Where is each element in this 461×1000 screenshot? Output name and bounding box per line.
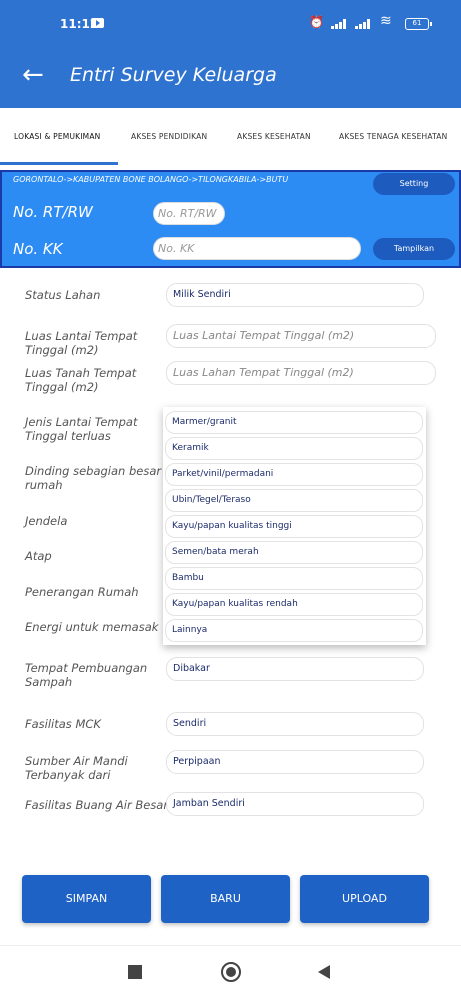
status-bar: 11:12 ⏰ ≋ 61: [0, 0, 461, 44]
pembuangan-sampah-select[interactable]: Dibakar: [166, 657, 424, 681]
battery-icon: 61: [405, 18, 432, 30]
pembuangan-sampah-label: Tempat Pembuangan Sampah: [25, 661, 148, 689]
fasilitas-mck-label: Fasilitas MCK: [25, 717, 101, 731]
energi-label: Energi untuk memasak: [25, 620, 159, 634]
buang-air-select[interactable]: Jamban Sendiri: [166, 792, 424, 816]
rtrw-input[interactable]: No. RT/RW: [153, 202, 225, 225]
kk-input[interactable]: No. KK: [153, 237, 361, 260]
dropdown-option[interactable]: Bambu: [165, 567, 423, 590]
dropdown-option[interactable]: Marmer/granit: [165, 411, 423, 434]
dropdown-option[interactable]: Kayu/papan kualitas tinggi: [165, 515, 423, 538]
app-bar: ← Entri Survey Keluarga: [0, 44, 461, 108]
dropdown-option[interactable]: Lainnya: [165, 619, 423, 642]
fasilitas-mck-select[interactable]: Sendiri: [166, 712, 424, 736]
status-lahan-select[interactable]: Milik Sendiri: [166, 283, 424, 307]
sumber-air-label: Sumber Air Mandi Terbanyak dari: [25, 754, 128, 782]
jenis-lantai-dropdown: Marmer/granit Keramik Parket/vinil/perma…: [163, 407, 426, 645]
region-path: GORONTALO->KABUPATEN BONE BOLANGO->TILON…: [13, 175, 289, 184]
tab-lokasi-pemukiman[interactable]: LOKASI & PEMUKIMAN: [14, 132, 101, 141]
kk-label: No. KK: [13, 240, 63, 258]
atap-label: Atap: [25, 549, 52, 563]
penerangan-label: Penerangan Rumah: [25, 585, 139, 599]
system-nav-bar: [0, 945, 461, 1000]
tab-akses-pendidikan[interactable]: AKSES PENDIDIKAN: [131, 132, 207, 141]
dropdown-option[interactable]: Kayu/papan kualitas rendah: [165, 593, 423, 616]
status-lahan-label: Status Lahan: [25, 288, 101, 302]
back-arrow-icon[interactable]: ←: [22, 60, 44, 90]
dropdown-option[interactable]: Keramik: [165, 437, 423, 460]
dropdown-option[interactable]: Semen/bata merah: [165, 541, 423, 564]
home-icon[interactable]: [221, 962, 241, 982]
show-button[interactable]: Tampilkan: [373, 238, 455, 260]
luas-lantai-input[interactable]: Luas Lantai Tempat Tinggal (m2): [166, 324, 436, 348]
youtube-notification-icon: [91, 18, 104, 28]
save-button[interactable]: SIMPAN: [22, 875, 151, 923]
page-title: Entri Survey Keluarga: [70, 64, 277, 86]
recent-apps-icon[interactable]: [128, 965, 142, 979]
tab-indicator: [0, 162, 118, 165]
tab-akses-tenaga-kesehatan[interactable]: AKSES TENAGA KESEHATAN: [339, 132, 447, 141]
dropdown-option[interactable]: Ubin/Tegel/Teraso: [165, 489, 423, 512]
sumber-air-select[interactable]: Perpipaan: [166, 750, 424, 774]
jendela-label: Jendela: [25, 514, 68, 528]
nav-back-icon[interactable]: [318, 965, 330, 979]
wifi-icon: ≋: [380, 13, 392, 29]
alarm-icon: ⏰: [309, 15, 324, 29]
rtrw-label: No. RT/RW: [13, 203, 93, 221]
signal-icon-2: [355, 19, 373, 29]
setting-button[interactable]: Setting: [373, 173, 455, 195]
new-button[interactable]: BARU: [161, 875, 290, 923]
luas-lantai-label: Luas Lantai Tempat Tinggal (m2): [25, 329, 138, 357]
upload-button[interactable]: UPLOAD: [300, 875, 429, 923]
luas-tanah-input[interactable]: Luas Lahan Tempat Tinggal (m2): [166, 361, 436, 385]
buang-air-label: Fasilitas Buang Air Besar: [25, 798, 169, 812]
location-panel: GORONTALO->KABUPATEN BONE BOLANGO->TILON…: [0, 170, 461, 268]
signal-icon: [331, 19, 349, 29]
dropdown-option[interactable]: Parket/vinil/permadani: [165, 463, 423, 486]
tab-akses-kesehatan[interactable]: AKSES KESEHATAN: [237, 132, 311, 141]
tab-bar: LOKASI & PEMUKIMAN AKSES PENDIDIKAN AKSE…: [0, 108, 461, 166]
dinding-label: Dinding sebagian besar rumah: [25, 464, 162, 492]
jenis-lantai-label: Jenis Lantai Tempat Tinggal terluas: [25, 415, 138, 443]
luas-tanah-label: Luas Tanah Tempat Tinggal (m2): [25, 366, 137, 394]
